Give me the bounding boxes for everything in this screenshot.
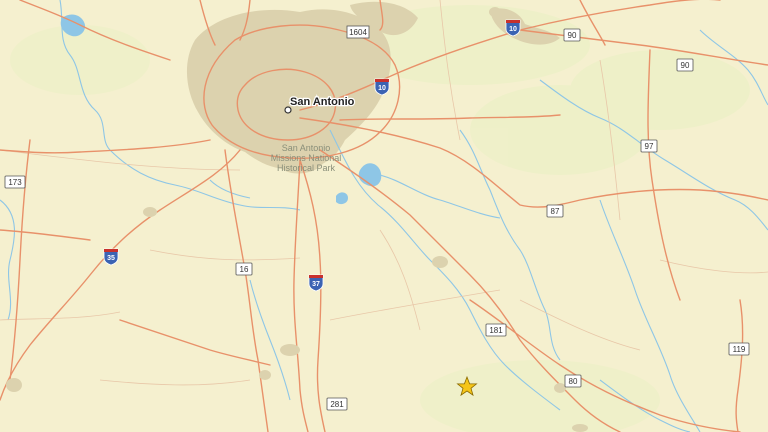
interstate-shield-10-east: 10 xyxy=(374,78,390,96)
loop-shield-1604: 1604 xyxy=(346,25,370,39)
interstate-shield-label: 10 xyxy=(378,85,386,92)
interstate-shield-10-north: 10 xyxy=(505,19,521,37)
route-shield-label: 87 xyxy=(551,207,560,216)
route-shield-80: 80 xyxy=(564,374,582,388)
route-shield-181: 181 xyxy=(485,323,507,337)
route-shield-label: 181 xyxy=(489,326,503,335)
park-label-line2: Missions National xyxy=(271,153,342,163)
route-shield-119: 119 xyxy=(728,342,750,356)
map-canvas[interactable]: San Antonio Missions National Historical… xyxy=(0,0,768,432)
interstate-shield-label: 37 xyxy=(312,281,320,288)
park-label-line1: San Antonio xyxy=(282,143,331,153)
route-shield-label: 90 xyxy=(681,61,690,70)
route-shield-90-east: 90 xyxy=(676,58,694,72)
route-shield-label: 173 xyxy=(8,178,22,187)
city-label: San Antonio xyxy=(290,96,355,108)
route-shield-label: 90 xyxy=(568,31,577,40)
route-shield-label: 119 xyxy=(733,345,746,354)
route-shield-label: 16 xyxy=(240,265,249,274)
route-shield-281: 281 xyxy=(326,397,348,411)
route-shield-16: 16 xyxy=(235,262,253,276)
route-shield-90-north: 90 xyxy=(563,28,581,42)
interstate-shield-35: 35 xyxy=(103,248,119,266)
interstate-shield-37: 37 xyxy=(308,274,324,292)
route-shield-label: 97 xyxy=(645,142,654,151)
interstate-shield-label: 10 xyxy=(509,26,517,33)
loop-shield-label: 1604 xyxy=(349,28,367,37)
route-shield-97: 97 xyxy=(640,139,658,153)
route-shield-173: 173 xyxy=(4,175,26,189)
route-shield-87: 87 xyxy=(546,204,564,218)
route-shield-label: 281 xyxy=(330,400,344,409)
map-svg[interactable]: San Antonio Missions National Historical… xyxy=(0,0,768,432)
interstate-shield-label: 35 xyxy=(107,255,115,262)
park-label-line3: Historical Park xyxy=(277,163,336,173)
route-shield-label: 80 xyxy=(569,377,578,386)
